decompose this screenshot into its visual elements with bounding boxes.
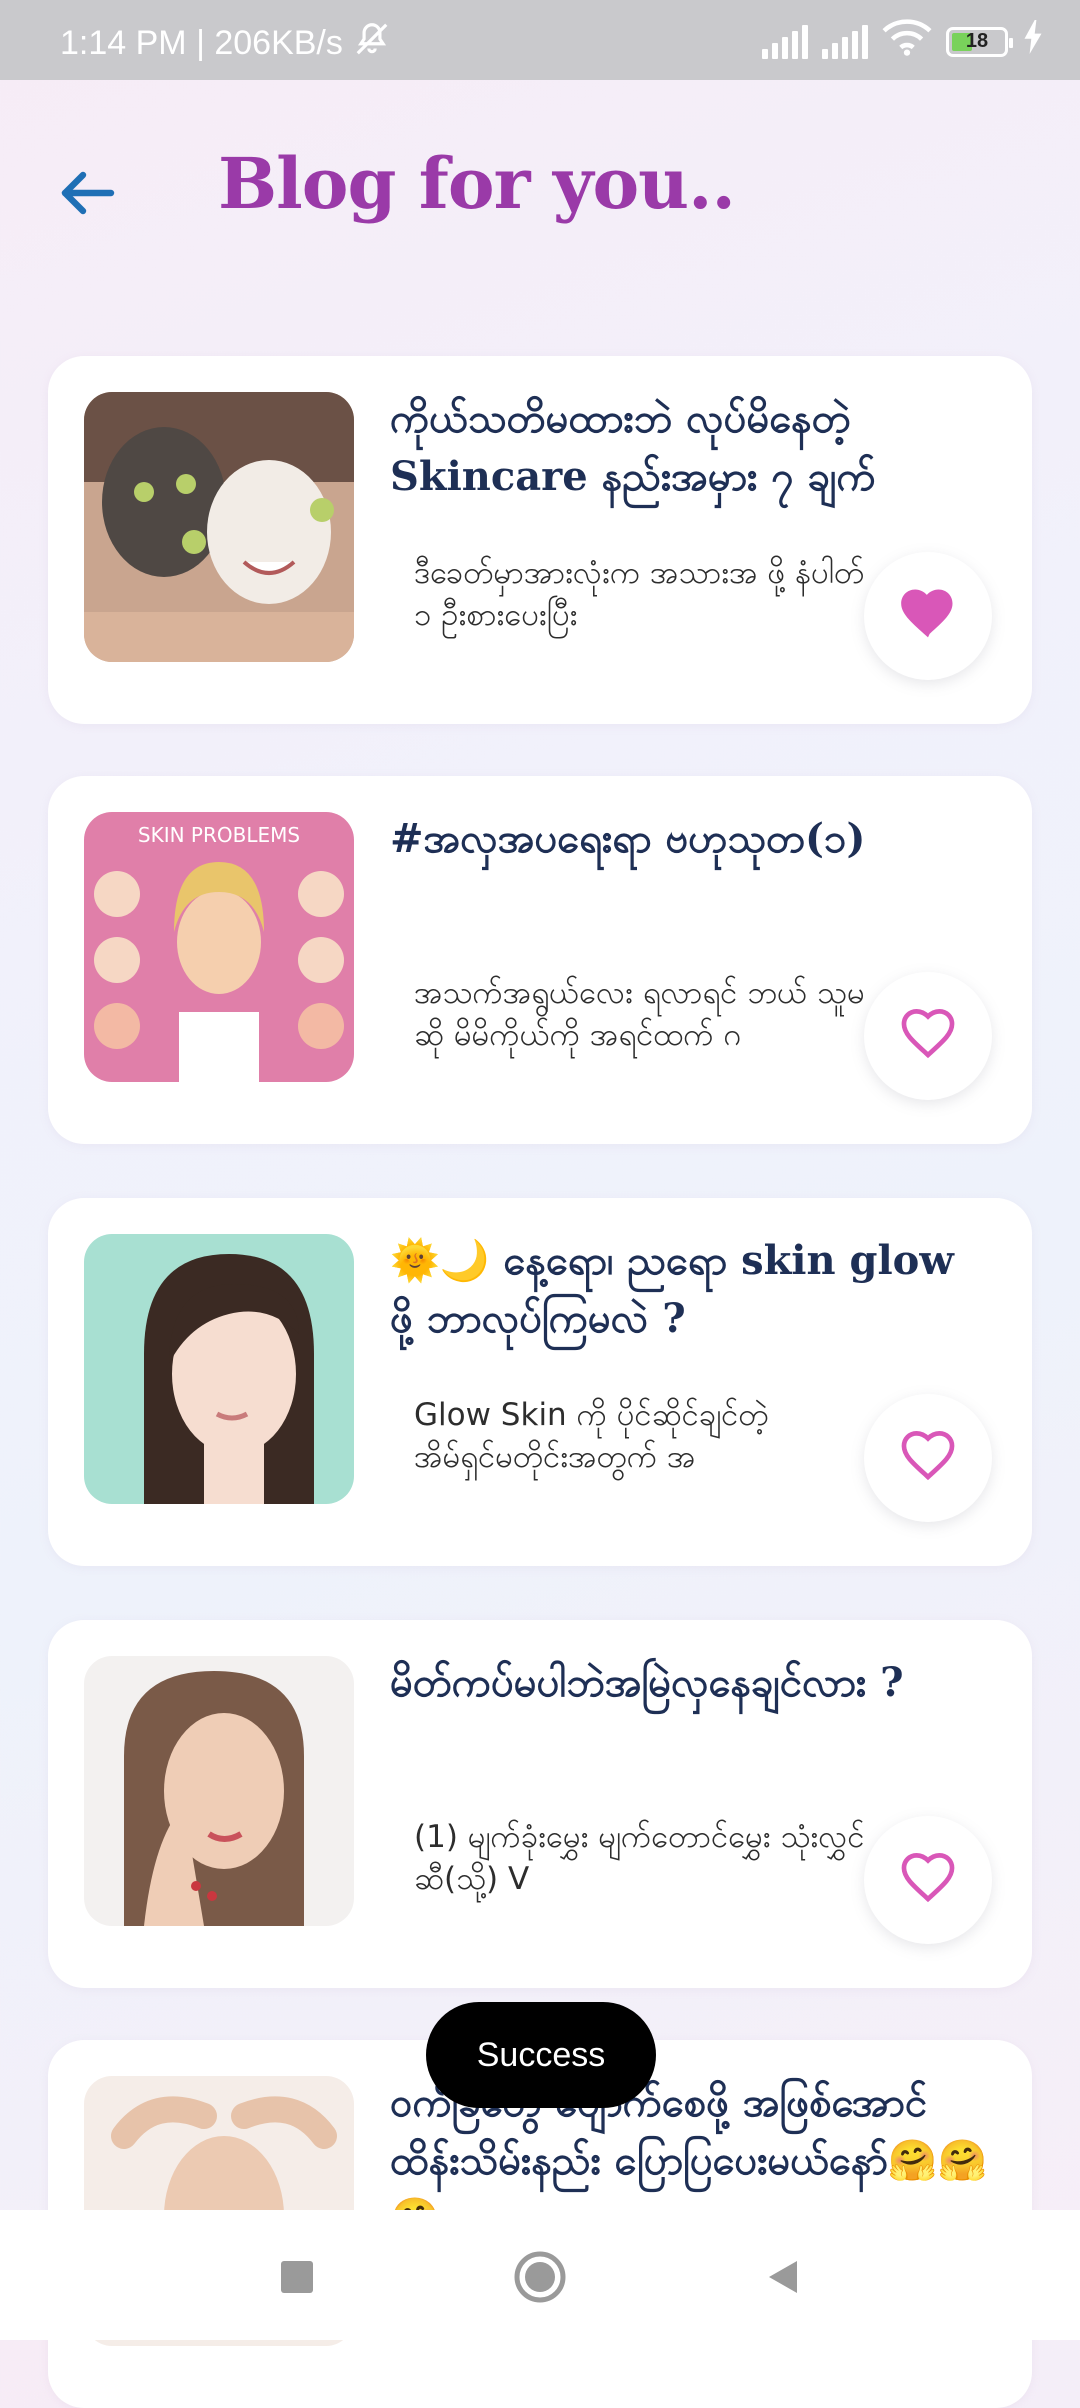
heart-outline-icon [900, 1009, 956, 1063]
heart-outline-icon [900, 1853, 956, 1907]
battery-icon: 18 [946, 26, 1013, 57]
blog-title: 🌞🌙 နေ့ရော၊ ညရော skin glow ဖို့ ဘာလုပ်ကြမ… [390, 1237, 954, 1342]
back-button[interactable] [52, 160, 122, 230]
blog-excerpt: အသက်အရွယ်လေး ရလာရင် ဘယ် သူမဆို မိမိကိုယ်… [414, 975, 865, 1053]
bell-muted-icon [353, 20, 391, 67]
recents-button[interactable] [262, 2244, 332, 2314]
arrow-left-icon [59, 171, 115, 219]
status-bar: 1:14 PM | 206KB/s 18 [0, 0, 1080, 80]
favorite-button[interactable] [864, 1394, 992, 1522]
app-header: Blog for you.. [0, 80, 1080, 300]
blog-excerpt: Glow Skin ကို ပိုင်ဆိုင်ချင်တဲ့ အိမ်ရှင်… [414, 1397, 769, 1475]
success-toast: Success [426, 2002, 656, 2108]
blog-excerpt: (1) မျက်ခုံးမွှေး မျက်တောင်မွှေး သုံးလွှ… [414, 1819, 865, 1897]
recents-square-icon [279, 2259, 315, 2299]
signal-icon [822, 24, 868, 59]
blog-thumbnail [84, 1656, 354, 1926]
favorite-button[interactable] [864, 552, 992, 680]
status-time-speed: 1:14 PM | 206KB/s [60, 24, 343, 62]
toast-message: Success [476, 2035, 606, 2074]
heart-outline-icon [900, 1431, 956, 1485]
home-circle-icon [512, 2249, 568, 2309]
blog-title: #အလှအပရေးရာ ဗဟုသုတ(၁) [390, 815, 866, 862]
blog-excerpt: ဒီခေတ်မှာအားလုံးက အသားအ ဖို့ နံပါတ် ၁ ဦး… [414, 555, 865, 633]
status-left: 1:14 PM | 206KB/s [60, 20, 391, 67]
home-button[interactable] [505, 2244, 575, 2314]
back-triangle-icon [763, 2257, 803, 2301]
system-nav-bar [0, 2210, 1080, 2340]
charging-icon [1022, 20, 1044, 63]
status-right: 18 [762, 18, 1044, 65]
favorite-button[interactable] [864, 1816, 992, 1944]
blog-title: ကိုယ်သတိမထားဘဲ လုပ်မိနေတဲ့ Skincare နည်း… [390, 395, 876, 500]
heart-filled-icon [900, 589, 956, 643]
blog-card[interactable]: မိတ်ကပ်မပါဘဲအမြဲလှနေချင်လား ? (1) မျက်ခု… [48, 1620, 1032, 1988]
blog-card[interactable]: ကိုယ်သတိမထားဘဲ လုပ်မိနေတဲ့ Skincare နည်း… [48, 356, 1032, 724]
favorite-button[interactable] [864, 972, 992, 1100]
blog-thumbnail: SKIN PROBLEMS [84, 812, 354, 1082]
page-title: Blog for you.. [218, 142, 736, 225]
battery-level: 18 [965, 30, 989, 52]
blog-card[interactable]: 🌞🌙 နေ့ရော၊ ညရော skin glow ဖို့ ဘာလုပ်ကြမ… [48, 1198, 1032, 1566]
thumb-label: SKIN PROBLEMS [138, 823, 300, 847]
signal-icon [762, 24, 808, 59]
back-nav-button[interactable] [748, 2244, 818, 2314]
blog-thumbnail [84, 392, 354, 662]
blog-title: မိတ်ကပ်မပါဘဲအမြဲလှနေချင်လား ? [390, 1659, 904, 1706]
blog-card[interactable]: SKIN PROBLEMS #အလှအပရေးရာ ဗဟုသုတ(၁) အသက်… [48, 776, 1032, 1144]
wifi-icon [882, 18, 932, 65]
blog-thumbnail [84, 1234, 354, 1504]
